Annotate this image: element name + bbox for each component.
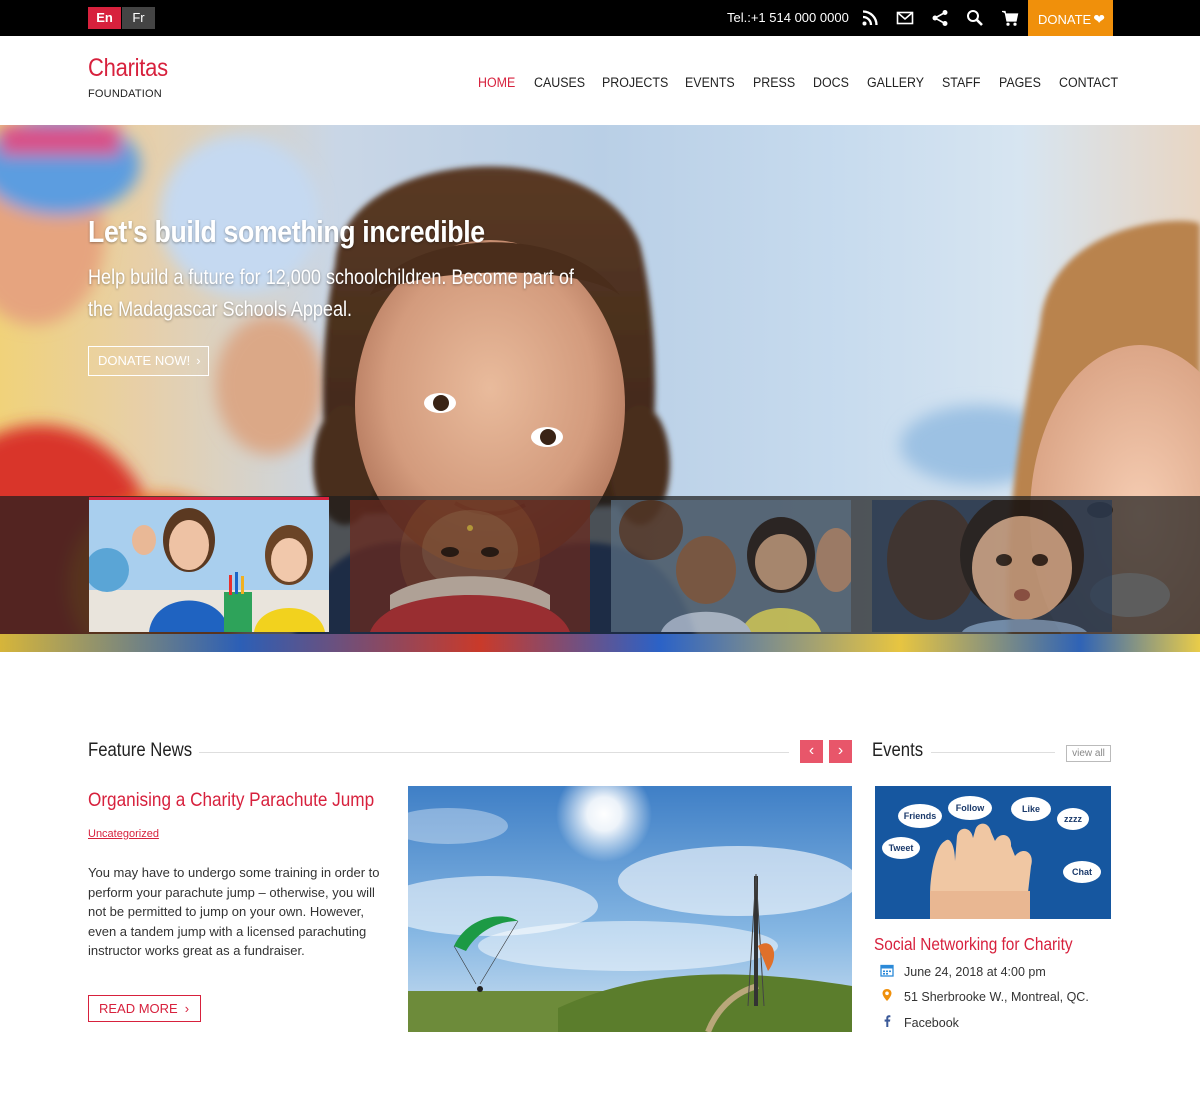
hero-subtitle: Help build a future for 12,000 schoolchi…	[88, 266, 574, 321]
share-icon[interactable]	[931, 9, 949, 27]
news-article-image[interactable]	[408, 786, 852, 1032]
facebook-icon	[880, 1014, 896, 1030]
event-image[interactable]: Friends Follow Like zzzz Tweet Chat	[875, 786, 1111, 919]
main-nav: HOME CAUSES PROJECTS EVENTS PRESS DOCS G…	[0, 75, 1200, 91]
heart-icon: ❤	[1093, 11, 1105, 27]
event-bubble-chat: Chat	[1072, 867, 1092, 877]
nav-contact[interactable]: CONTACT	[1059, 75, 1118, 90]
nav-gallery[interactable]: GALLERY	[867, 75, 924, 90]
event-facebook-link[interactable]: Facebook	[904, 1016, 959, 1030]
event-bubble-friends: Friends	[904, 811, 937, 821]
event-location-row: 51 Sherbrooke W., Montreal, QC.	[880, 988, 1089, 1004]
rss-icon[interactable]	[861, 9, 879, 27]
nav-docs[interactable]: DOCS	[813, 75, 849, 90]
chevron-right-icon: ›	[184, 1001, 190, 1016]
nav-home[interactable]: HOME	[478, 75, 515, 90]
chevron-left-icon: ‹	[808, 742, 815, 759]
thumb-toddler[interactable]	[872, 500, 1112, 632]
event-bubble-follow: Follow	[956, 803, 985, 813]
news-excerpt: You may have to undergo some training in…	[88, 865, 380, 958]
feature-news-title: Feature News	[88, 740, 193, 761]
event-date: June 24, 2018 at 4:00 pm	[904, 965, 1046, 979]
events-view-all-button[interactable]: view all	[1066, 745, 1111, 762]
donate-top-label: DONATE	[1038, 12, 1092, 27]
phone-number: Tel.:+1 514 000 0000	[727, 10, 849, 25]
chevron-right-icon: ›	[196, 353, 201, 368]
hero-donate-button[interactable]: DONATE NOW! ›	[88, 346, 209, 376]
event-date-row: June 24, 2018 at 4:00 pm	[880, 963, 1046, 979]
cart-icon[interactable]	[1001, 9, 1019, 27]
hero-donate-label: DONATE NOW!	[98, 353, 191, 368]
event-bubble-like: Like	[1022, 804, 1040, 814]
nav-events[interactable]: EVENTS	[685, 75, 735, 90]
news-category-link[interactable]: Uncategorized	[88, 828, 159, 840]
event-link-row[interactable]: Facebook	[880, 1014, 959, 1030]
language-fr-button[interactable]: Fr	[122, 7, 155, 29]
thumb-woman-veil[interactable]	[350, 500, 590, 632]
read-more-label: READ MORE	[99, 1001, 178, 1016]
hero-title: Let's build something incredible	[88, 214, 485, 249]
news-prev-button[interactable]: ‹	[800, 740, 823, 763]
language-en-button[interactable]: En	[88, 7, 121, 29]
event-bubble-zzzz: zzzz	[1064, 814, 1083, 824]
event-bubble-tweet: Tweet	[889, 843, 914, 853]
thumb-schoolgirls[interactable]	[89, 497, 329, 632]
donate-top-button[interactable]: DONATE ❤	[1028, 0, 1113, 36]
thumbnail-strip-footer	[0, 634, 1200, 652]
calendar-icon	[880, 963, 896, 979]
news-next-button[interactable]: ›	[829, 740, 852, 763]
nav-staff[interactable]: STAFF	[942, 75, 980, 90]
event-location: 51 Sherbrooke W., Montreal, QC.	[904, 990, 1089, 1004]
event-title[interactable]: Social Networking for Charity	[874, 934, 1073, 955]
chevron-right-icon: ›	[837, 742, 844, 759]
news-article-title[interactable]: Organising a Charity Parachute Jump	[88, 789, 374, 812]
nav-projects[interactable]: PROJECTS	[602, 75, 668, 90]
mail-icon[interactable]	[896, 9, 914, 27]
nav-causes[interactable]: CAUSES	[534, 75, 585, 90]
feature-news-divider	[199, 752, 789, 753]
thumb-children-group[interactable]	[611, 500, 851, 632]
read-more-button[interactable]: READ MORE ›	[88, 995, 201, 1022]
nav-pages[interactable]: PAGES	[999, 75, 1041, 90]
nav-press[interactable]: PRESS	[753, 75, 795, 90]
search-icon[interactable]	[966, 9, 984, 27]
location-pin-icon	[880, 988, 896, 1004]
events-title: Events	[872, 740, 924, 761]
events-divider	[931, 752, 1055, 753]
top-bar: En Fr Tel.:+1 514 000 0000 DONATE ❤	[0, 0, 1200, 36]
